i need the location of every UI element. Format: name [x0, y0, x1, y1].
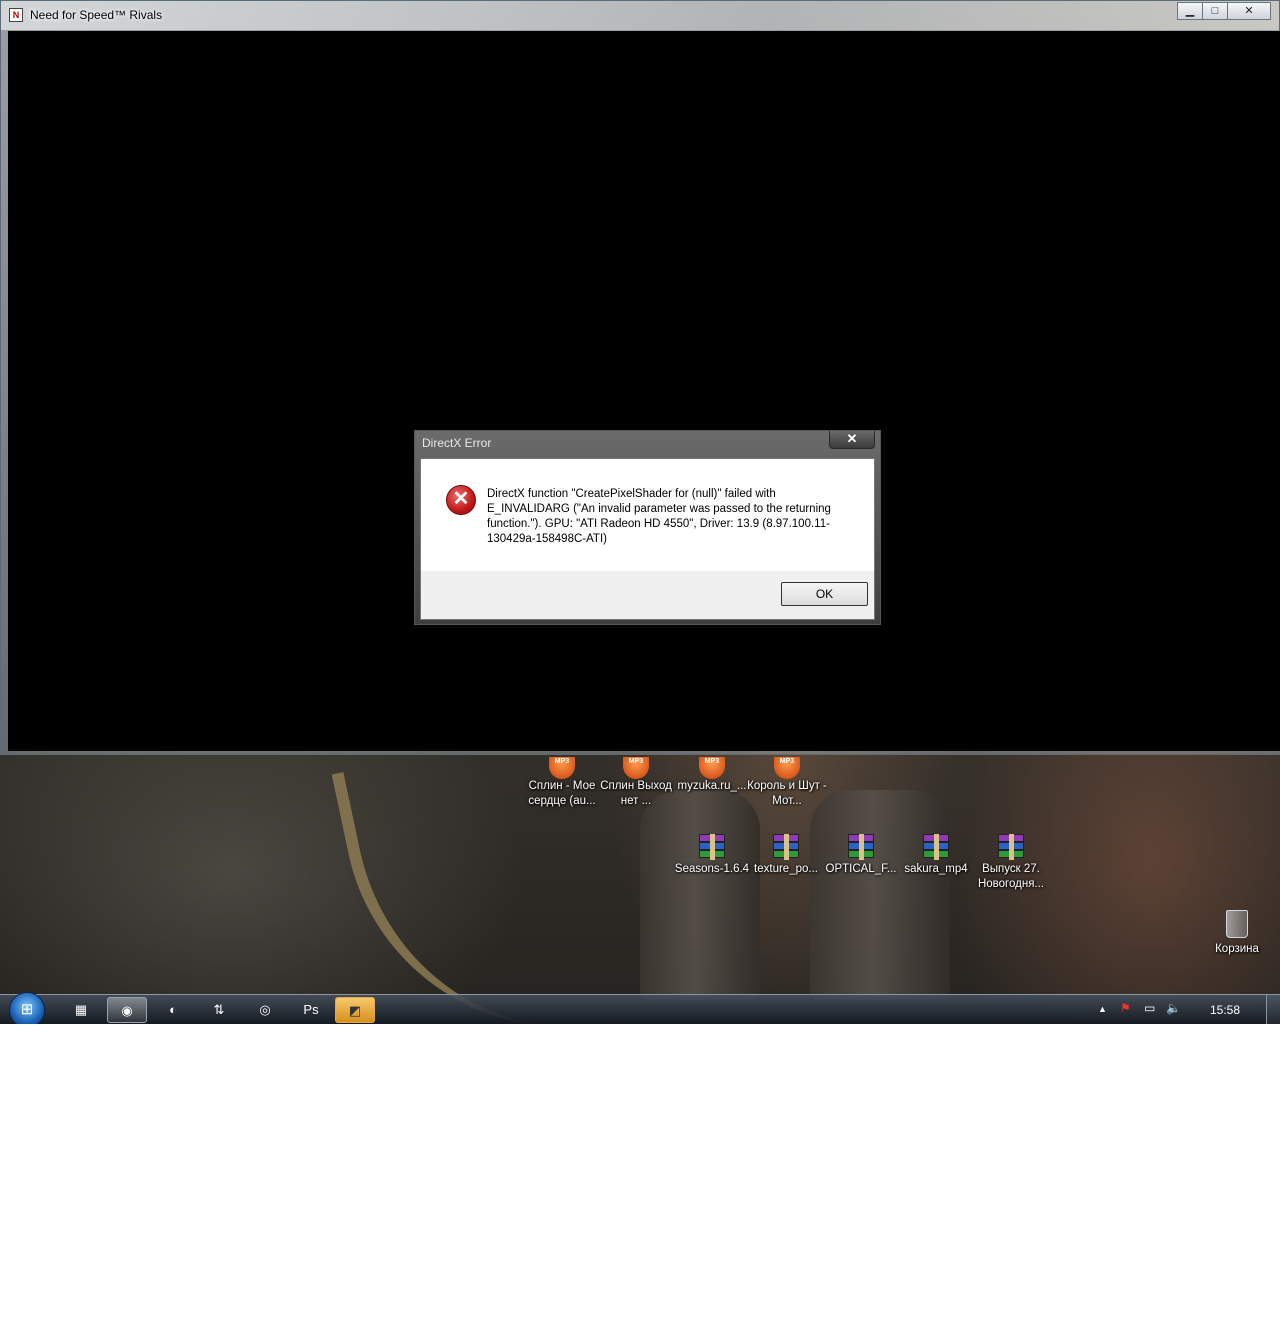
- game-window-title: Need for Speed™ Rivals: [30, 8, 163, 22]
- desktop-icon-label: Корзина: [1215, 943, 1259, 955]
- maximize-button[interactable]: □: [1202, 2, 1228, 20]
- desktop-icon-recycle-bin[interactable]: Корзина: [1197, 910, 1277, 957]
- desktop-icon-label: Король и Шут - Мот...: [747, 780, 827, 807]
- winrar-archive-icon: [771, 834, 801, 860]
- desktop-icon-mp3[interactable]: MP3 Сплин - Мое сердце (au...: [522, 757, 602, 809]
- clock[interactable]: 15:58: [1210, 1003, 1240, 1017]
- error-icon: ✕: [446, 485, 476, 515]
- desktop-icon-label: Сплин Выход нет ...: [600, 780, 672, 807]
- game-window: N Need for Speed™ Rivals ▁ □ ✕: [0, 0, 1280, 755]
- nfs-app-icon: N: [9, 8, 23, 22]
- action-center-flag-icon[interactable]: ⚑: [1120, 1001, 1131, 1015]
- dialog-footer: OK: [421, 571, 874, 619]
- mp3-icon: MP3: [549, 757, 575, 779]
- recycle-bin-icon: [1226, 910, 1248, 938]
- start-button[interactable]: ⊞: [9, 992, 45, 1024]
- close-button[interactable]: ✕: [1227, 2, 1271, 20]
- desktop-icon-label: myzuka.ru_...: [677, 780, 747, 792]
- system-tray: ▲ ⚑ ▭ 🔈 15:58: [1090, 995, 1280, 1024]
- chrome-icon[interactable]: ◉: [107, 997, 147, 1023]
- nfs-taskbar-icon[interactable]: ◩: [335, 997, 375, 1023]
- directx-error-dialog: DirectX Error ✕ ✕ DirectX function "Crea…: [414, 430, 881, 625]
- show-desktop-button[interactable]: [1266, 995, 1280, 1024]
- desktop-icon-label: Seasons-1.6.4: [674, 863, 750, 875]
- desktop-icon-label: sakura_mp4: [904, 863, 968, 875]
- desktop: MP3 Сплин - Мое сердце (au... MP3 Сплин …: [0, 0, 1280, 1024]
- taskbar: ⊞ ▦ ◉ ◐ ⇅ ◎ Ps ◩ ▲ ⚑ ▭ 🔈 15:58: [0, 992, 1280, 1024]
- mp3-icon: MP3: [623, 757, 649, 779]
- window-caption-buttons: ▁ □ ✕: [1177, 2, 1271, 20]
- winrar-archive-icon: [921, 834, 951, 860]
- show-hidden-icons-icon[interactable]: ▲: [1098, 1004, 1107, 1014]
- mp3-icon: MP3: [699, 757, 725, 779]
- network-icon[interactable]: ▭: [1144, 1001, 1155, 1015]
- photoshop-icon[interactable]: Ps: [291, 997, 331, 1023]
- error-message: DirectX function "CreatePixelShader for …: [487, 488, 831, 545]
- winrar-archive-icon: [996, 834, 1026, 860]
- wallpaper-figure-right: [810, 790, 950, 1000]
- dialog-close-button[interactable]: ✕: [829, 431, 875, 449]
- desktop-icon-mp3[interactable]: MP3 myzuka.ru_...: [672, 757, 752, 794]
- desktop-icon-mp3[interactable]: MP3 Сплин Выход нет ...: [596, 757, 676, 809]
- mp3-icon: MP3: [774, 757, 800, 779]
- winrar-archive-icon: [697, 834, 727, 860]
- desktop-icon-label: texture_po...: [754, 863, 818, 875]
- desktop-icon-label: OPTICAL_F...: [825, 863, 897, 875]
- winrar-archive-icon: [846, 834, 876, 860]
- desktop-icon-archive[interactable]: OPTICAL_F...: [821, 834, 901, 877]
- network-app-icon[interactable]: ⇅: [199, 997, 239, 1023]
- desktop-icon-label: Сплин - Мое сердце (au...: [528, 780, 596, 807]
- wallpaper-figure-left: [640, 790, 760, 1000]
- desktop-icon-archive[interactable]: sakura_mp4: [896, 834, 976, 877]
- dialog-title: DirectX Error: [422, 436, 492, 450]
- dialog-body: ✕ DirectX function "CreatePixelShader fo…: [420, 458, 875, 620]
- desktop-icon-archive[interactable]: texture_po...: [746, 834, 826, 877]
- desktop-icon-archive[interactable]: Выпуск 27. Новогодня...: [971, 834, 1051, 892]
- game-render-area[interactable]: [8, 31, 1280, 751]
- desktop-icon-mp3[interactable]: MP3 Король и Шут - Мот...: [747, 757, 827, 809]
- volume-icon[interactable]: 🔈: [1166, 1001, 1181, 1015]
- ok-button[interactable]: OK: [781, 582, 868, 606]
- app-grid-icon[interactable]: ▦: [61, 997, 101, 1023]
- desktop-icon-archive[interactable]: Seasons-1.6.4: [672, 834, 752, 877]
- red-app-icon[interactable]: ◐: [153, 997, 193, 1023]
- desktop-icon-label: Выпуск 27. Новогодня...: [977, 863, 1045, 890]
- minimize-button[interactable]: ▁: [1177, 2, 1203, 20]
- game-window-titlebar[interactable]: N Need for Speed™ Rivals ▁ □ ✕: [1, 1, 1280, 29]
- green-app-icon[interactable]: ◎: [245, 997, 285, 1023]
